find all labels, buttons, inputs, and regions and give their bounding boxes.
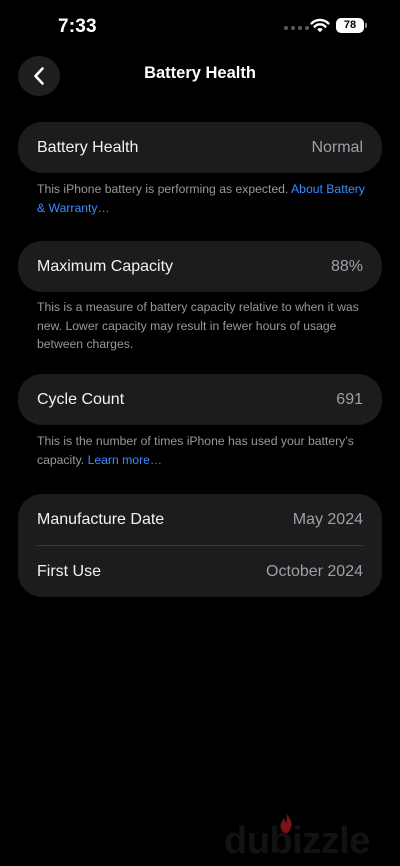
manufacture-date-label: Manufacture Date [37, 510, 165, 528]
page-title: Battery Health [144, 64, 256, 82]
cycle-count-row: Cycle Count 691 [18, 374, 382, 425]
cycle-count-footnote-text: This is the number of times iPhone has u… [37, 434, 354, 467]
status-time: 7:33 [58, 16, 97, 37]
battery-health-footnote-text: This iPhone battery is performing as exp… [37, 182, 292, 196]
signal-dots-icon [284, 26, 309, 30]
battery-health-value: Normal [311, 138, 363, 156]
cycle-count-value: 691 [336, 390, 363, 408]
watermark-logo: dubizzle [210, 812, 400, 866]
battery-health-card: Battery Health Normal [18, 122, 382, 173]
learn-more-link[interactable]: Learn more… [88, 453, 163, 467]
maximum-capacity-value: 88% [330, 257, 363, 275]
maximum-capacity-footnote: This is a measure of battery capacity re… [37, 300, 359, 351]
dates-card: Manufacture Date May 2024 First Use Octo… [18, 494, 382, 597]
cycle-count-label: Cycle Count [37, 390, 125, 408]
manufacture-date-value: May 2024 [292, 510, 363, 528]
first-use-value: October 2024 [266, 562, 363, 580]
wifi-icon [310, 18, 330, 33]
battery-health-label: Battery Health [37, 138, 139, 156]
maximum-capacity-label: Maximum Capacity [37, 257, 174, 275]
maximum-capacity-card: Maximum Capacity 88% [18, 241, 382, 292]
status-bar: 7:33 78 [0, 0, 400, 50]
first-use-label: First Use [37, 562, 101, 580]
cycle-count-card: Cycle Count 691 [18, 374, 382, 425]
first-use-row: First Use October 2024 [18, 546, 382, 597]
manufacture-date-row: Manufacture Date May 2024 [18, 494, 382, 545]
battery-icon: 78 [336, 18, 367, 33]
battery-health-footnote: This iPhone battery is performing as exp… [37, 180, 367, 217]
maximum-capacity-row: Maximum Capacity 88% [18, 241, 382, 292]
watermark-text: dubizzle [224, 820, 370, 862]
battery-health-row: Battery Health Normal [18, 122, 382, 173]
cycle-count-footnote: This is the number of times iPhone has u… [37, 432, 367, 469]
